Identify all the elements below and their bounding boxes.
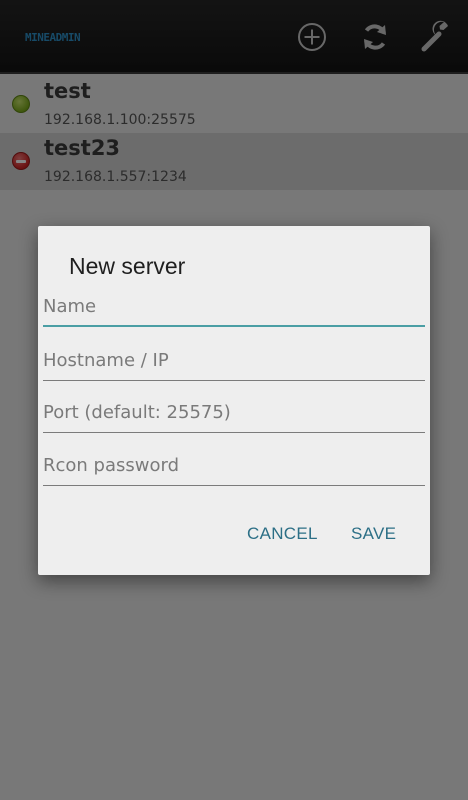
- cancel-button[interactable]: CANCEL: [247, 524, 318, 544]
- port-field[interactable]: [43, 393, 425, 433]
- dialog-title: New server: [69, 253, 186, 279]
- name-field[interactable]: [43, 287, 425, 327]
- rcon-password-field[interactable]: [43, 446, 425, 486]
- hostname-field[interactable]: [43, 341, 425, 381]
- save-button[interactable]: SAVE: [351, 524, 396, 544]
- new-server-dialog: New server CANCEL SAVE: [38, 226, 430, 575]
